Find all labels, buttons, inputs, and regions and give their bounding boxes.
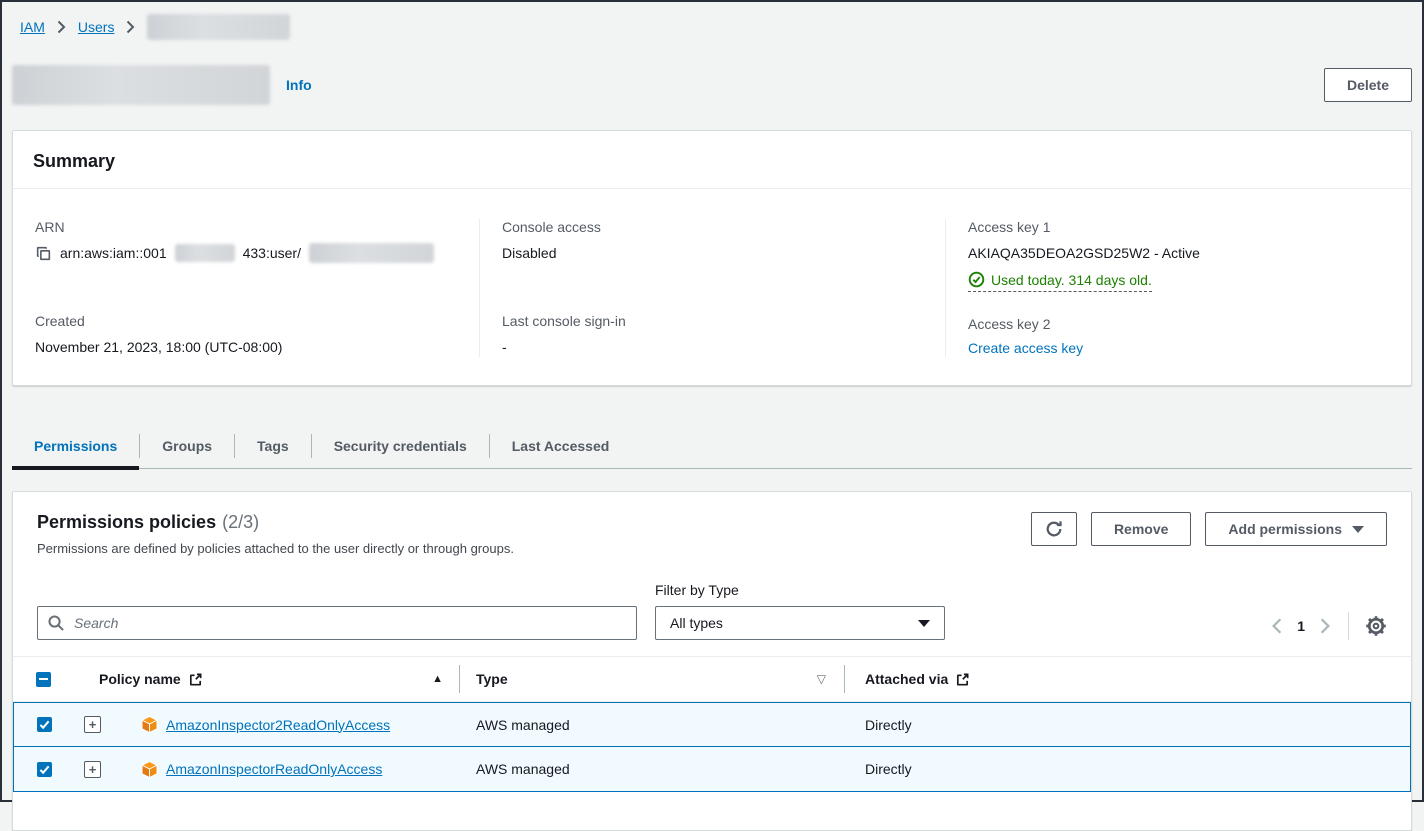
create-access-key-link[interactable]: Create access key — [968, 340, 1083, 356]
chevron-right-icon — [57, 20, 66, 34]
delete-button[interactable]: Delete — [1324, 68, 1412, 102]
policy-type-cell: AWS managed — [460, 717, 845, 733]
tab-last-accessed[interactable]: Last Accessed — [490, 424, 632, 468]
table-header-row: Policy name ▲ Type ▽ Attached via — [13, 656, 1411, 702]
panel-description: Permissions are defined by policies atta… — [37, 541, 514, 556]
row-checkbox[interactable] — [37, 762, 52, 777]
pager-divider — [1348, 612, 1349, 640]
panel-title: Permissions policies — [37, 512, 216, 532]
panel-head-text: Permissions policies (2/3) Permissions ar… — [37, 512, 514, 556]
next-page-icon[interactable] — [1318, 617, 1332, 635]
summary-col-2: Console access Disabled Last console sig… — [479, 219, 945, 357]
arn-username-redacted — [309, 243, 434, 263]
access-key-1-value: AKIAQA35DEOA2GSD25W2 - Active — [968, 243, 1389, 263]
console-access-label: Console access — [502, 219, 923, 235]
check-icon — [39, 764, 50, 775]
caret-down-icon — [918, 620, 930, 627]
policy-type-cell: AWS managed — [460, 761, 845, 777]
policy-name-header[interactable]: Policy name — [99, 671, 181, 687]
panel-count: (2/3) — [222, 512, 259, 532]
summary-title: Summary — [33, 151, 1391, 172]
page-number[interactable]: 1 — [1297, 618, 1305, 634]
access-key-age-text: Used today. 314 days old. — [991, 272, 1152, 288]
iam-user-detail-page: IAM Users Info Delete Summary ARN — [2, 2, 1422, 831]
type-select[interactable]: All types — [655, 606, 945, 640]
managed-policy-icon — [141, 716, 158, 733]
search-icon — [47, 614, 65, 635]
attached-via-cell: Directly — [845, 761, 1410, 777]
row-checkbox[interactable] — [37, 717, 52, 732]
policy-name-link[interactable]: AmazonInspector2ReadOnlyAccess — [166, 717, 390, 733]
check-icon — [39, 719, 50, 730]
access-key-2-label: Access key 2 — [968, 316, 1389, 332]
add-permissions-button[interactable]: Add permissions — [1205, 512, 1387, 546]
arn-value-part2: 433:user/ — [243, 243, 301, 263]
select-all-checkbox[interactable] — [36, 672, 51, 687]
last-signin-label: Last console sign-in — [502, 313, 923, 329]
type-header[interactable]: Type — [476, 671, 508, 687]
type-select-value: All types — [670, 615, 723, 631]
summary-col-1: ARN arn:aws:iam::001 433:user/ Created N… — [13, 219, 479, 357]
search-input[interactable] — [37, 606, 637, 640]
managed-policy-icon — [141, 761, 158, 778]
page-title-redacted — [12, 65, 270, 105]
filter-row: Filter by Type All types 1 — [13, 556, 1411, 656]
tab-bar: Permissions Groups Tags Security credent… — [12, 424, 1412, 469]
tab-groups[interactable]: Groups — [140, 424, 234, 468]
access-key-1-label: Access key 1 — [968, 219, 1389, 235]
attached-via-header[interactable]: Attached via — [865, 671, 948, 687]
created-label: Created — [35, 313, 457, 329]
breadcrumb-users[interactable]: Users — [78, 19, 115, 35]
expand-row-button[interactable]: + — [84, 761, 101, 778]
external-link-icon — [955, 672, 970, 687]
caret-down-icon — [1352, 526, 1364, 533]
arn-account-redacted — [175, 244, 235, 262]
remove-button[interactable]: Remove — [1091, 512, 1191, 546]
summary-card: Summary ARN arn:aws:iam::001 433:user/ — [12, 130, 1412, 386]
refresh-button[interactable] — [1031, 512, 1077, 546]
breadcrumb-username-redacted — [147, 14, 290, 40]
previous-page-icon[interactable] — [1270, 617, 1284, 635]
summary-grid: ARN arn:aws:iam::001 433:user/ Created N… — [13, 189, 1411, 385]
settings-gear-icon[interactable] — [1365, 615, 1387, 637]
refresh-icon — [1045, 520, 1063, 538]
tab-security-credentials[interactable]: Security credentials — [312, 424, 489, 468]
console-access-value: Disabled — [502, 243, 923, 263]
tab-permissions[interactable]: Permissions — [12, 424, 139, 468]
created-value: November 21, 2023, 18:00 (UTC-08:00) — [35, 337, 457, 357]
arn-label: ARN — [35, 219, 457, 235]
breadcrumb-iam[interactable]: IAM — [20, 19, 45, 35]
add-permissions-label: Add permissions — [1228, 521, 1342, 537]
chevron-right-icon — [126, 20, 135, 34]
panel-actions: Remove Add permissions — [1031, 512, 1387, 546]
page-header: Info Delete — [12, 64, 1412, 106]
summary-col-3: Access key 1 AKIAQA35DEOA2GSD25W2 - Acti… — [945, 219, 1411, 357]
arn-value-part1: arn:aws:iam::001 — [60, 243, 167, 263]
check-circle-icon — [968, 271, 985, 288]
breadcrumb: IAM Users — [12, 2, 1412, 40]
copy-icon[interactable] — [35, 245, 52, 262]
filter-by-type-label: Filter by Type — [655, 582, 945, 598]
sort-ascending-icon[interactable]: ▲ — [432, 673, 443, 685]
external-link-icon — [188, 672, 203, 687]
attached-via-cell: Directly — [845, 717, 1410, 733]
expand-row-button[interactable]: + — [84, 716, 101, 733]
permissions-policies-panel: Permissions policies (2/3) Permissions ar… — [12, 491, 1412, 831]
search-box — [37, 606, 637, 640]
sort-descending-icon[interactable]: ▽ — [817, 672, 826, 686]
table-row: + AmazonInspectorReadOnlyAccess AWS mana… — [13, 747, 1411, 792]
policy-name-link[interactable]: AmazonInspectorReadOnlyAccess — [166, 761, 382, 777]
info-link[interactable]: Info — [286, 77, 312, 93]
table-row: + AmazonInspector2ReadOnlyAccess AWS man… — [13, 702, 1411, 747]
type-filter: Filter by Type All types — [655, 582, 945, 640]
tab-tags[interactable]: Tags — [235, 424, 311, 468]
access-key-1-status[interactable]: Used today. 314 days old. — [968, 271, 1152, 292]
summary-card-header: Summary — [13, 131, 1411, 189]
pagination: 1 — [1270, 612, 1387, 640]
indeterminate-icon — [39, 678, 48, 680]
last-signin-value: - — [502, 337, 923, 357]
